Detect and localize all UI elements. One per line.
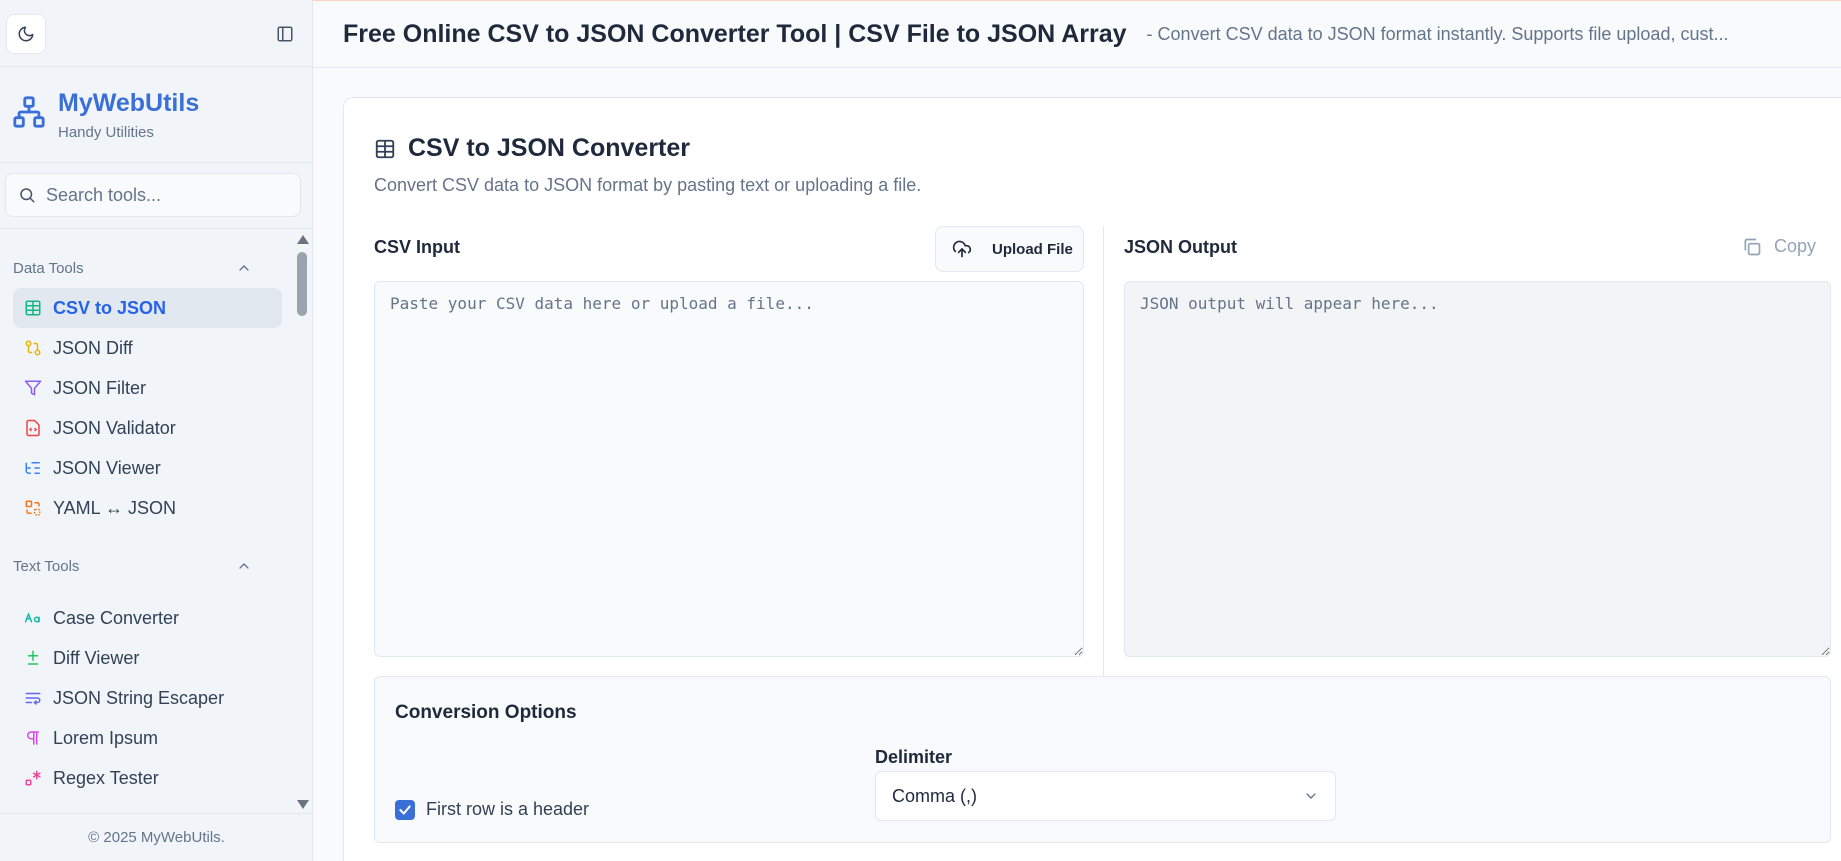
- sidebar-item-json-filter[interactable]: JSON Filter: [13, 368, 282, 408]
- group-header-data-tools[interactable]: Data Tools: [0, 248, 292, 288]
- search-box: [5, 173, 301, 217]
- sidebar-item-label: CSV to JSON: [53, 297, 167, 318]
- tool-description: Convert CSV data to JSON format by pasti…: [374, 175, 922, 195]
- sidebar-item-lorem-ipsum[interactable]: Lorem Ipsum: [13, 718, 282, 758]
- copy-label: Copy: [1774, 236, 1817, 256]
- checkbox-label: First row is a header: [426, 799, 590, 819]
- sidebar-item-case-converter[interactable]: Case Converter: [13, 598, 282, 638]
- tool-title-text: CSV to JSON Converter: [408, 134, 691, 162]
- table-icon: [374, 138, 396, 160]
- header-row-checkbox[interactable]: First row is a header: [395, 799, 589, 820]
- brand-name: MyWebUtils: [58, 89, 200, 117]
- delimiter-select[interactable]: Comma (,): [875, 771, 1336, 821]
- csv-input-textarea[interactable]: [374, 281, 1084, 657]
- sidebar-item-label: YAML ↔ JSON: [53, 497, 177, 518]
- case-icon: [23, 608, 43, 628]
- scroll-up-arrow[interactable]: [297, 235, 309, 244]
- check-icon: [399, 804, 411, 815]
- file-code-icon: [23, 418, 43, 438]
- group-title: Data Tools: [13, 259, 84, 277]
- group-title: Text Tools: [13, 557, 80, 575]
- scroll-thumb[interactable]: [297, 252, 307, 316]
- wrap-text-icon: [23, 688, 43, 708]
- network-logo-icon: [13, 96, 45, 128]
- conversion-options: Conversion Options First row is a header…: [374, 676, 1831, 843]
- sidebar-item-label: JSON Diff: [53, 337, 133, 358]
- git-compare-icon: [23, 338, 43, 358]
- sidebar-item-label: JSON Validator: [53, 417, 176, 438]
- sidebar-item-label: Lorem Ipsum: [53, 727, 159, 748]
- sidebar-item-label: Case Converter: [53, 607, 180, 628]
- scroll-down-arrow[interactable]: [297, 800, 309, 809]
- upload-file-button[interactable]: Upload File: [935, 226, 1084, 272]
- sidebar-item-json-validator[interactable]: JSON Validator: [13, 408, 282, 448]
- search-container: [0, 163, 312, 229]
- page-header: Free Online CSV to JSON Converter Tool |…: [313, 0, 1841, 68]
- upload-file-label: Upload File: [992, 240, 1073, 258]
- sidebar-topbar: [0, 0, 312, 67]
- copy-icon: [1744, 238, 1761, 255]
- list-tree-icon: [23, 458, 43, 478]
- chevron-up-icon: [239, 563, 249, 569]
- search-icon: [20, 188, 35, 203]
- chevron-down-icon: [1306, 793, 1316, 799]
- brand-tagline: Handy Utilities: [58, 124, 154, 141]
- collapse-sidebar-button[interactable]: [270, 21, 300, 47]
- regex-icon: [23, 768, 43, 788]
- delimiter-label: Delimiter: [875, 747, 953, 767]
- table-icon: [23, 298, 43, 318]
- json-output-label: JSON Output: [1124, 237, 1237, 257]
- sidebar-item-diff-viewer[interactable]: Diff Viewer: [13, 638, 282, 678]
- sidebar: MyWebUtils Handy Utilities Data Tools CS…: [0, 0, 313, 861]
- tool-title: CSV to JSON Converter: [374, 134, 690, 163]
- csv-input-label: CSV Input: [374, 237, 460, 257]
- copy-button[interactable]: Copy: [1742, 236, 1816, 257]
- pilcrow-icon: [23, 728, 43, 748]
- page-subtitle: - Convert CSV data to JSON format instan…: [1146, 23, 1729, 44]
- sidebar-scrollbar[interactable]: [292, 230, 313, 813]
- sidebar-item-label: JSON String Escaper: [53, 687, 225, 708]
- theme-toggle-button[interactable]: [6, 14, 46, 54]
- moon-icon: [18, 26, 34, 42]
- delimiter-value: Comma (,): [892, 785, 977, 806]
- sidebar-item-label: Diff Viewer: [53, 647, 140, 668]
- convert-icon: [23, 498, 43, 518]
- sidebar-item-yaml-json[interactable]: YAML ↔ JSON: [13, 488, 282, 528]
- sidebar-footer: © 2025 MyWebUtils.: [0, 813, 313, 861]
- search-input[interactable]: [46, 184, 286, 206]
- pane-divider: [1103, 226, 1104, 754]
- panel-left-icon: [277, 26, 293, 42]
- sidebar-item-json-string-escaper[interactable]: JSON String Escaper: [13, 678, 282, 718]
- sidebar-item-label: Regex Tester: [53, 767, 159, 788]
- sidebar-item-regex-tester[interactable]: Regex Tester: [13, 758, 282, 798]
- cloud-upload-icon: [952, 240, 972, 258]
- json-output-textarea[interactable]: [1124, 281, 1831, 657]
- sidebar-item-label: JSON Filter: [53, 377, 147, 398]
- sidebar-item-json-viewer[interactable]: JSON Viewer: [13, 448, 282, 488]
- sidebar-item-json-diff[interactable]: JSON Diff: [13, 328, 282, 368]
- brand[interactable]: MyWebUtils Handy Utilities: [0, 67, 312, 163]
- tool-nav: Data Tools CSV to JSON JSON Diff JSON Fi…: [0, 230, 292, 813]
- sidebar-item-label: JSON Viewer: [53, 457, 161, 478]
- options-title: Conversion Options: [395, 702, 577, 723]
- filter-icon: [23, 378, 43, 398]
- group-header-text-tools[interactable]: Text Tools: [0, 546, 292, 586]
- diff-icon: [23, 648, 43, 668]
- sidebar-item-csv-to-json[interactable]: CSV to JSON: [13, 288, 282, 328]
- tool-card: CSV to JSON Converter Convert CSV data t…: [343, 97, 1841, 861]
- chevron-up-icon: [239, 265, 249, 271]
- checkbox-checked[interactable]: [395, 799, 415, 820]
- page-title: Free Online CSV to JSON Converter Tool |…: [343, 19, 1127, 48]
